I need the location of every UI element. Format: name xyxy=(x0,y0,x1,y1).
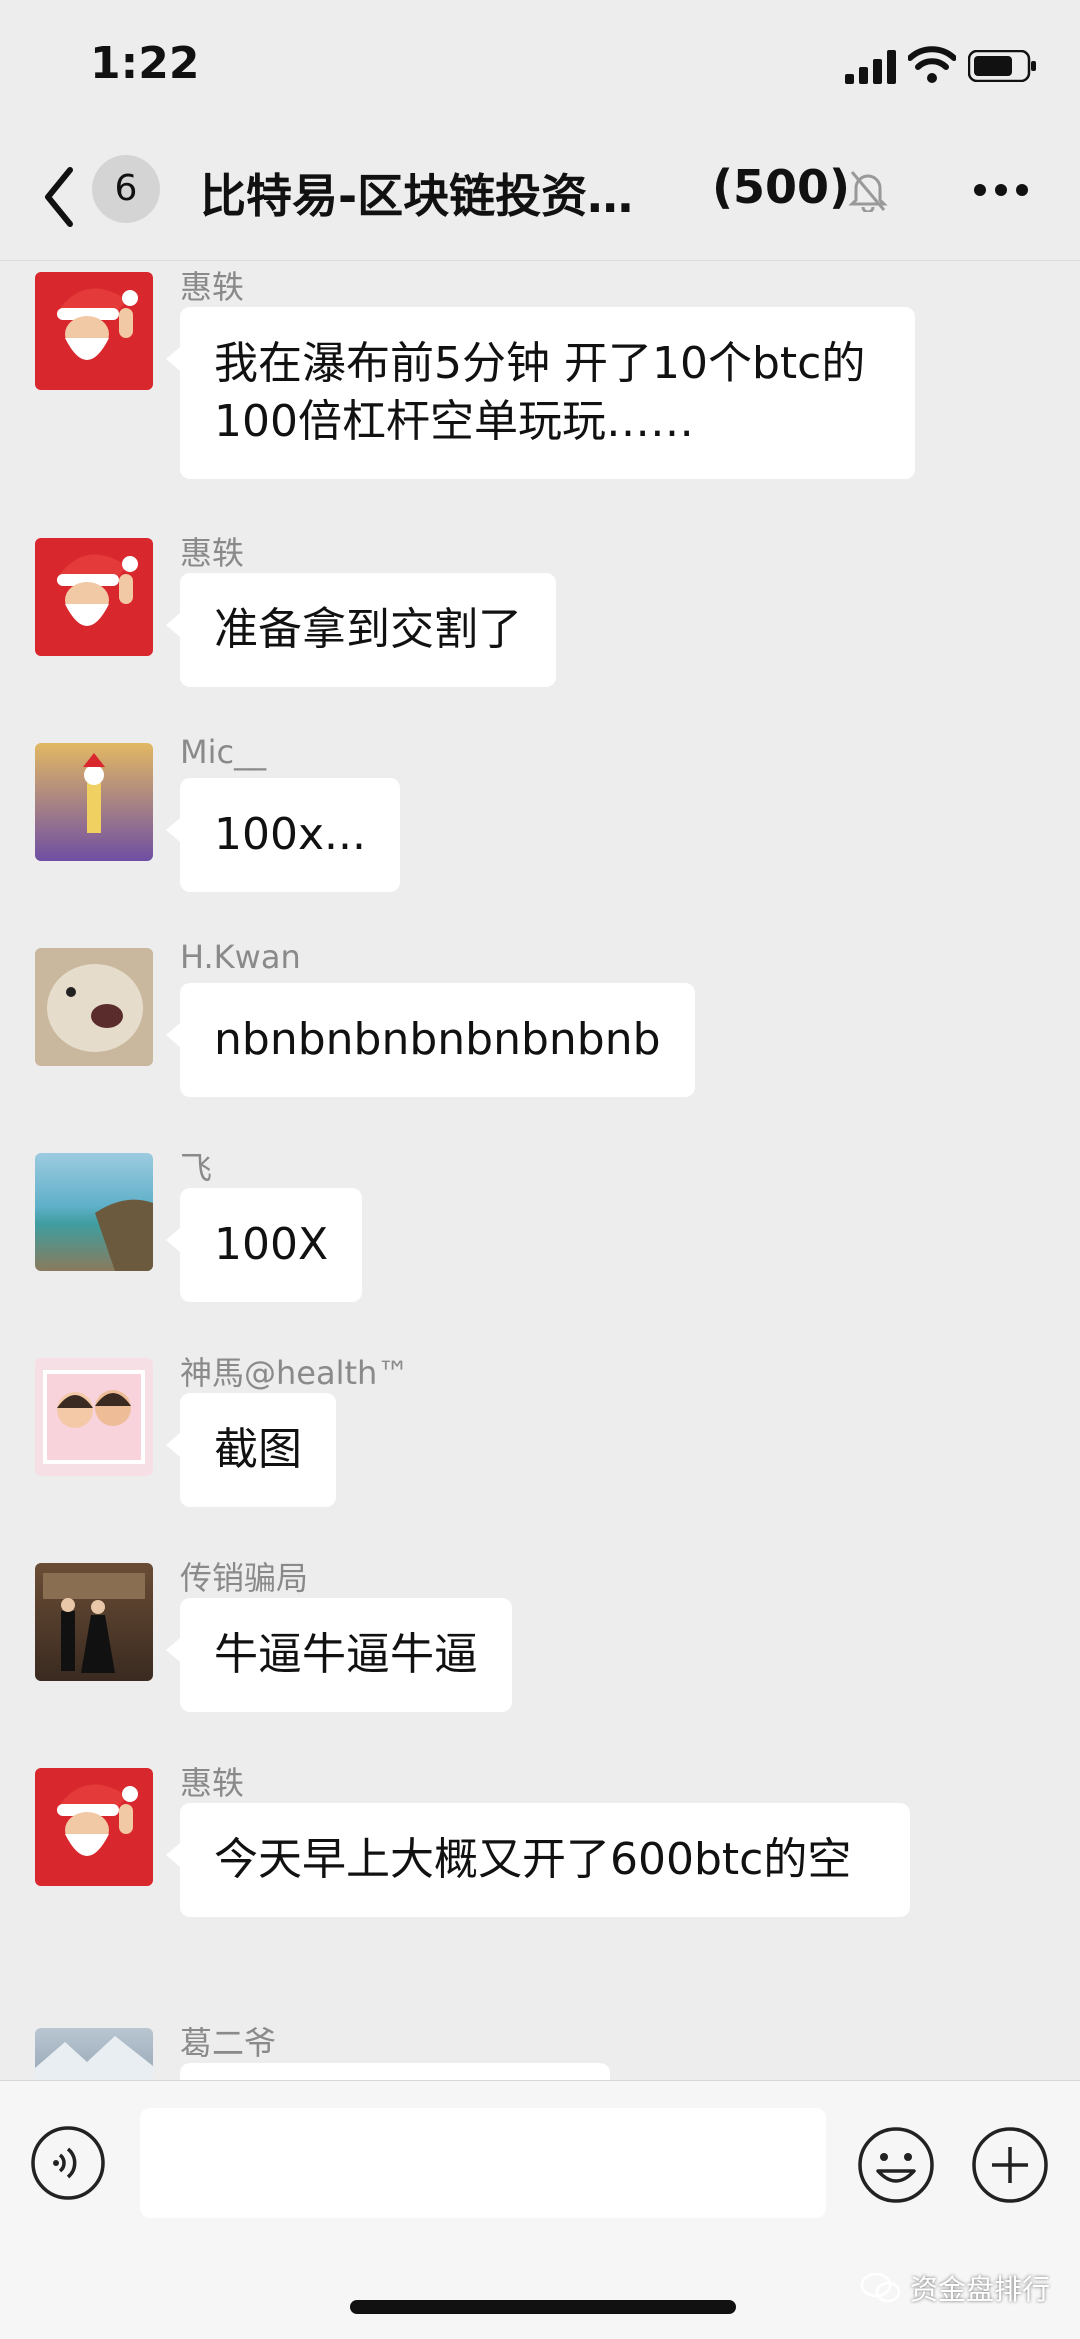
status-time: 1:22 xyxy=(90,38,200,89)
message-text-input[interactable] xyxy=(140,2108,826,2218)
message-bubble[interactable]: 100X xyxy=(165,1188,363,1302)
cartoon-figure-icon xyxy=(83,753,105,833)
santa-avatar[interactable] xyxy=(35,272,153,390)
back-arrow-icon[interactable] xyxy=(40,162,80,232)
santa-icon xyxy=(57,554,138,626)
sender-name: Mic__ xyxy=(180,733,267,771)
kids-avatar[interactable] xyxy=(35,1358,153,1476)
beach-avatar[interactable] xyxy=(35,1153,153,1271)
dog-face-icon xyxy=(47,964,143,1052)
sender-name: 葛二爷 xyxy=(180,2024,277,2062)
watermark-text: 资金盘排行 xyxy=(910,2273,1051,2306)
message-bubble[interactable] xyxy=(180,2063,610,2080)
add-attachment-icon[interactable] xyxy=(970,2125,1050,2205)
santa-avatar[interactable] xyxy=(35,538,153,656)
chat-message: 飞 100X xyxy=(0,1143,1080,1323)
santa-avatar[interactable] xyxy=(35,1768,153,1886)
message-bubble[interactable]: 100x... xyxy=(166,778,400,892)
sender-name: 惠轶 xyxy=(180,268,245,306)
chat-message: H.Kwan nbnbnbnbnbnbnbnb xyxy=(0,938,1080,1118)
sender-name: 惠轶 xyxy=(180,1764,245,1802)
chat-message: 惠轶 我在瀑布前5分钟 开了10个btc的100倍杠杆空单玩玩…… xyxy=(0,262,1080,502)
sender-name: H.Kwan xyxy=(180,938,301,976)
message-bubble[interactable]: 准备拿到交割了 xyxy=(166,573,556,687)
home-indicator[interactable] xyxy=(350,2300,736,2314)
chat-title: 比特易-区块链投资… xyxy=(200,169,634,223)
cellular-signal-icon xyxy=(845,50,896,84)
chat-message: 惠轶 今天早上大概又开了600btc的空 xyxy=(0,1758,1080,1998)
wifi-icon xyxy=(908,46,956,83)
cartoon-avatar[interactable] xyxy=(35,743,153,861)
message-bubble[interactable]: 我在瀑布前5分钟 开了10个btc的100倍杠杆空单玩玩…… xyxy=(166,307,915,479)
mountain-avatar[interactable] xyxy=(35,2028,153,2080)
chat-message: 惠轶 准备拿到交割了 xyxy=(0,528,1080,708)
santa-icon xyxy=(57,1784,138,1856)
mountain-photo-icon xyxy=(35,2036,153,2080)
sender-name: 惠轶 xyxy=(180,534,245,572)
dog-avatar[interactable] xyxy=(35,948,153,1066)
battery-icon xyxy=(968,50,1036,82)
sender-name: 神馬@health™ xyxy=(180,1354,410,1392)
children-photo-icon xyxy=(43,1370,145,1464)
santa-icon xyxy=(57,288,138,360)
wechat-logo-icon xyxy=(860,2272,901,2303)
message-bubble[interactable]: 截图 xyxy=(166,1393,336,1507)
emoji-icon[interactable] xyxy=(856,2125,936,2205)
more-options-icon[interactable] xyxy=(972,182,1030,198)
chat-message: 葛二爷 xyxy=(0,2018,1080,2080)
couple-photo-icon xyxy=(43,1573,145,1673)
chat-message: 神馬@health™ 截图 xyxy=(0,1348,1080,1528)
unread-count-badge[interactable]: 6 xyxy=(92,155,160,223)
message-bubble[interactable]: 牛逼牛逼牛逼 xyxy=(166,1598,512,1712)
status-bar: 1:22 xyxy=(0,0,1080,140)
chat-message: 传销骗局 牛逼牛逼牛逼 xyxy=(0,1553,1080,1733)
sender-name: 传销骗局 xyxy=(180,1559,309,1597)
member-count: (500) xyxy=(712,160,851,214)
mute-bell-icon xyxy=(848,171,888,212)
coast-landscape-icon xyxy=(95,1199,153,1271)
message-bubble[interactable]: nbnbnbnbnbnbnbnb xyxy=(166,983,695,1097)
message-bubble[interactable]: 今天早上大概又开了600btc的空 xyxy=(166,1803,910,1917)
chat-message: Mic__ 100x... xyxy=(0,733,1080,913)
sender-name: 飞 xyxy=(180,1149,213,1187)
voice-input-icon[interactable] xyxy=(30,2125,106,2201)
couple-avatar[interactable] xyxy=(35,1563,153,1681)
